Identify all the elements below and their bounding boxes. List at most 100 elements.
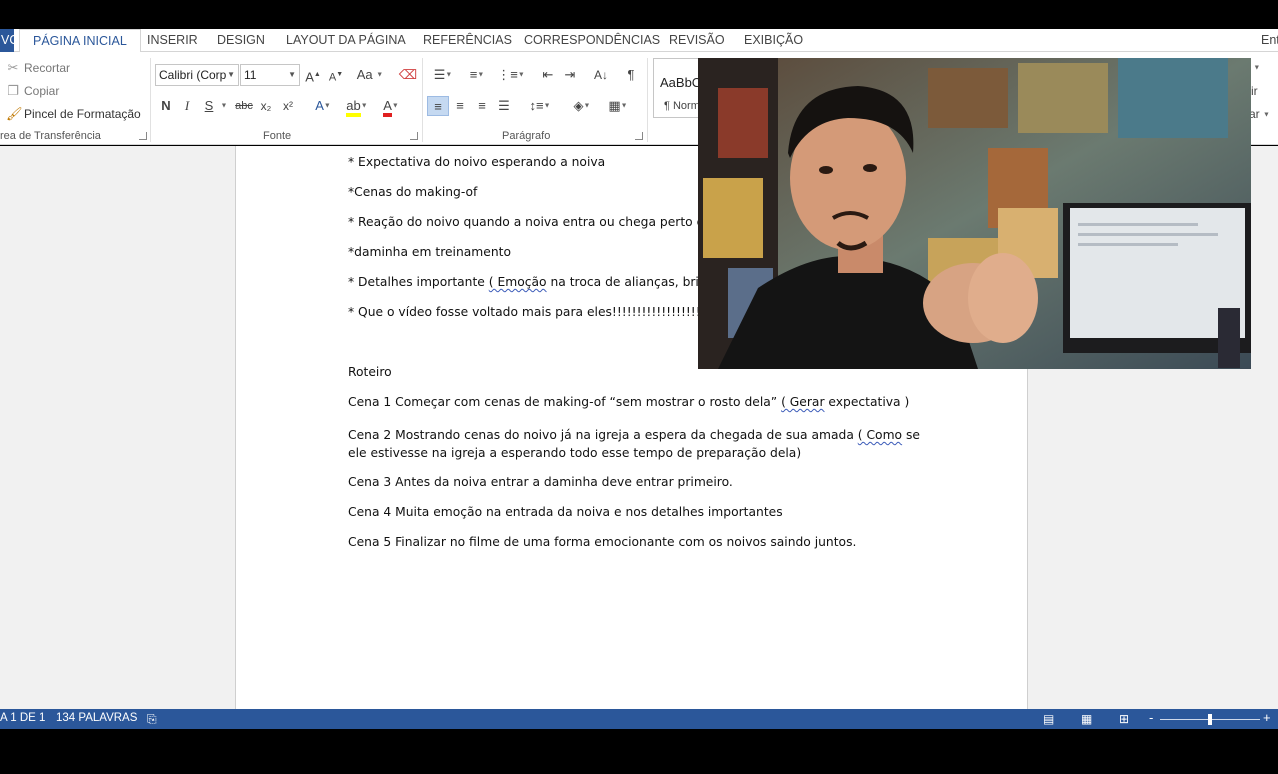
- doc-line[interactable]: *daminha em treinamento: [348, 245, 511, 259]
- video-overlay: [698, 58, 1251, 369]
- tab-file[interactable]: VO: [0, 29, 14, 52]
- decrease-indent-button[interactable]: ⇤: [538, 65, 558, 85]
- copy-button[interactable]: ❐ Copiar: [6, 83, 59, 99]
- shading-button[interactable]: ◈▼: [566, 96, 598, 116]
- doc-heading-roteiro[interactable]: Roteiro: [348, 365, 392, 379]
- clear-formatting-button[interactable]: ⌫: [398, 65, 418, 85]
- chevron-down-icon: ▼: [227, 70, 235, 79]
- indent-icon: ⇥: [564, 67, 576, 82]
- doc-line[interactable]: * Que o vídeo fosse voltado mais para el…: [348, 305, 715, 319]
- group-divider: [150, 58, 151, 142]
- cut-label: Recortar: [24, 61, 71, 75]
- select-button-partial[interactable]: ar ▼: [1249, 107, 1270, 121]
- clipboard-dialog-launcher-icon[interactable]: [139, 132, 147, 140]
- page-count-status[interactable]: A 1 DE 1: [0, 712, 45, 724]
- bullets-button[interactable]: ☰▼: [428, 65, 458, 85]
- change-case-label: Aa: [356, 67, 373, 82]
- spelling-underline[interactable]: ( Gerar: [781, 395, 824, 409]
- multilevel-list-button[interactable]: ⋮≡▼: [496, 65, 526, 85]
- clipboard-group-label: rea de Transferência: [0, 130, 101, 142]
- zoom-slider-thumb[interactable]: [1208, 714, 1212, 725]
- bottom-black-bar: [0, 729, 1278, 774]
- strikethrough-button[interactable]: abc: [234, 96, 254, 116]
- justify-button[interactable]: ☰: [494, 96, 514, 116]
- italic-button[interactable]: I: [180, 96, 194, 116]
- tab-mailings[interactable]: CORRESPONDÊNCIAS: [524, 29, 660, 52]
- ribbon-tabs: VO PÁGINA INICIAL INSERIR DESIGN LAYOUT …: [0, 29, 1278, 53]
- style-sample[interactable]: AaBbC: [660, 75, 701, 90]
- replace-button-partial[interactable]: ir: [1251, 84, 1258, 98]
- line-spacing-button[interactable]: ↕≡▼: [525, 96, 555, 116]
- tab-insert[interactable]: INSERIR: [147, 29, 198, 52]
- align-left-icon: ≡: [434, 99, 442, 114]
- doc-line[interactable]: Cena 4 Muita emoção na entrada da noiva …: [348, 505, 783, 519]
- increase-indent-button[interactable]: ⇥: [560, 65, 580, 85]
- group-divider: [647, 58, 648, 142]
- doc-line[interactable]: * Expectativa do noivo esperando a noiva: [348, 155, 605, 169]
- doc-line[interactable]: * Reação do noivo quando a noiva entra o…: [348, 215, 712, 229]
- change-case-button[interactable]: Aa ▼: [355, 65, 385, 85]
- group-divider: [422, 58, 423, 142]
- text-effects-button[interactable]: A▼: [310, 96, 336, 116]
- doc-line[interactable]: Cena 1 Começar com cenas de making-of “s…: [348, 395, 909, 409]
- copy-label: Copiar: [24, 84, 60, 98]
- multilevel-list-icon: ⋮≡: [497, 67, 518, 82]
- text-effects-label: A: [315, 98, 324, 113]
- doc-line[interactable]: Cena 5 Finalizar no filme de uma forma e…: [348, 535, 856, 549]
- sort-icon: A↓: [593, 68, 608, 82]
- align-center-button[interactable]: ≡: [450, 96, 470, 116]
- proofing-icon[interactable]: ⎘: [147, 712, 157, 727]
- tab-design[interactable]: DESIGN: [217, 29, 265, 52]
- underline-button[interactable]: S: [202, 96, 216, 116]
- spelling-underline[interactable]: ( Como: [858, 428, 902, 442]
- format-painter-button[interactable]: 🖌 Pincel de Formatação: [6, 106, 141, 122]
- word-count-status[interactable]: 134 PALAVRAS: [56, 712, 137, 724]
- paragraph-dialog-launcher-icon[interactable]: [635, 132, 643, 140]
- doc-line[interactable]: *Cenas do making-of: [348, 185, 477, 199]
- font-color-icon: A: [383, 99, 392, 117]
- tab-sign-in-partial[interactable]: Ent: [1261, 29, 1278, 52]
- align-left-button[interactable]: ≡: [427, 96, 449, 116]
- doc-line[interactable]: Cena 3 Antes da noiva entrar a daminha d…: [348, 475, 733, 489]
- line-spacing-icon: ↕≡: [529, 98, 544, 113]
- highlight-button[interactable]: ab▼: [342, 96, 372, 117]
- eraser-icon: ⌫: [398, 67, 418, 82]
- show-formatting-button[interactable]: ¶: [622, 65, 640, 85]
- doc-line[interactable]: Cena 2 Mostrando cenas do noivo já na ig…: [348, 426, 938, 462]
- web-layout-icon[interactable]: ⊞: [1119, 712, 1129, 726]
- sort-button[interactable]: A↓: [590, 65, 612, 85]
- status-bar: A 1 DE 1 134 PALAVRAS ⎘ ▤ ▦ ⊞ - +: [0, 709, 1278, 729]
- font-dialog-launcher-icon[interactable]: [410, 132, 418, 140]
- tab-view[interactable]: EXIBIÇÃO: [744, 29, 803, 52]
- underline-options-button[interactable]: ▼: [218, 96, 230, 116]
- tab-home[interactable]: PÁGINA INICIAL: [19, 29, 141, 53]
- zoom-in-button[interactable]: +: [1263, 710, 1271, 725]
- borders-icon: ▦: [608, 98, 621, 113]
- bold-button[interactable]: N: [158, 96, 174, 116]
- font-name-select[interactable]: Calibri (Corp ▼: [155, 64, 239, 86]
- superscript-button[interactable]: x²: [279, 96, 297, 116]
- font-size-select[interactable]: 11 ▼: [240, 64, 300, 86]
- align-right-button[interactable]: ≡: [472, 96, 492, 116]
- doc-line[interactable]: * Detalhes importante ( Emoção na troca …: [348, 275, 714, 289]
- highlighter-icon: ab: [346, 99, 361, 117]
- zoom-out-button[interactable]: -: [1149, 710, 1153, 725]
- font-color-button[interactable]: A▼: [376, 96, 406, 117]
- chevron-down-icon: ▼: [220, 102, 228, 110]
- tab-page-layout[interactable]: LAYOUT DA PÁGINA: [286, 29, 406, 52]
- shrink-font-button[interactable]: A▼: [328, 65, 344, 85]
- numbering-button[interactable]: ≡▼: [462, 65, 492, 85]
- tab-review[interactable]: REVISÃO: [669, 29, 725, 52]
- subscript-button[interactable]: x₂: [257, 96, 275, 116]
- grow-font-button[interactable]: A▲: [305, 65, 321, 85]
- styles-gallery[interactable]: AaBbC ¶ Norm: [653, 58, 703, 118]
- read-mode-icon[interactable]: ▤: [1043, 712, 1054, 726]
- tab-references[interactable]: REFERÊNCIAS: [423, 29, 512, 52]
- borders-button[interactable]: ▦▼: [602, 96, 634, 116]
- spelling-underline[interactable]: ( Emoção: [489, 275, 547, 289]
- align-center-icon: ≡: [456, 98, 464, 113]
- presenter-video-image: [698, 58, 1251, 369]
- print-layout-icon[interactable]: ▦: [1081, 712, 1092, 726]
- cut-button[interactable]: ✂ Recortar: [6, 60, 70, 76]
- style-normal[interactable]: ¶ Norm: [664, 100, 700, 112]
